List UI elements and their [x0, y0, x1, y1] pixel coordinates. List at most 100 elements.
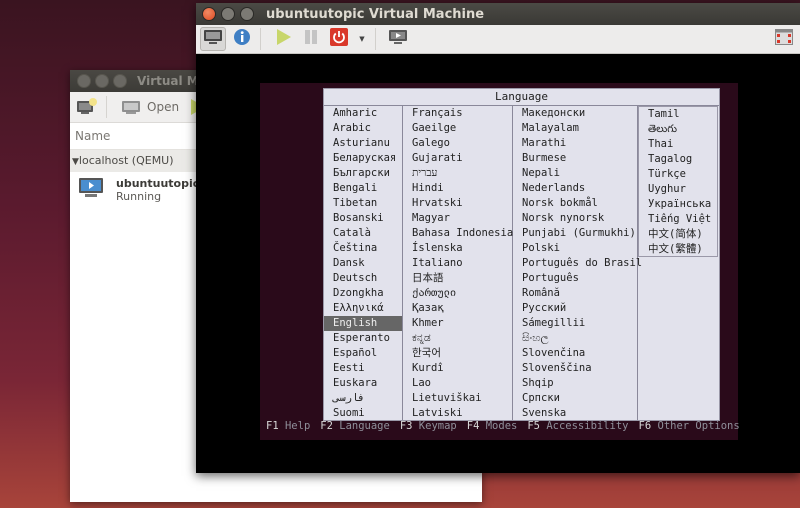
- language-option[interactable]: Lao: [403, 376, 512, 391]
- minimize-button[interactable]: [95, 74, 109, 88]
- close-button[interactable]: [202, 7, 216, 21]
- language-option[interactable]: Українська: [639, 197, 717, 212]
- language-option[interactable]: తెలుగు: [639, 122, 717, 137]
- language-option[interactable]: Latviski: [403, 406, 512, 421]
- language-option[interactable]: Română: [513, 286, 637, 301]
- function-key-f3[interactable]: F3 Keymap: [400, 420, 457, 432]
- new-vm-icon[interactable]: [76, 98, 98, 116]
- language-option[interactable]: Hindi: [403, 181, 512, 196]
- language-option[interactable]: Српски: [513, 391, 637, 406]
- language-option[interactable]: Magyar: [403, 211, 512, 226]
- language-option[interactable]: Marathi: [513, 136, 637, 151]
- language-option[interactable]: Tamil: [639, 107, 717, 122]
- vm-console-titlebar[interactable]: ubuntuutopic Virtual Machine: [196, 3, 800, 25]
- language-option[interactable]: Uyghur: [639, 182, 717, 197]
- language-option[interactable]: Bahasa Indonesia: [403, 226, 513, 241]
- language-option[interactable]: Suomi: [324, 406, 402, 421]
- language-option[interactable]: Dansk: [324, 256, 402, 271]
- language-option[interactable]: Български: [324, 166, 402, 181]
- language-option[interactable]: Bosanski: [324, 211, 402, 226]
- language-option[interactable]: Galego: [403, 136, 512, 151]
- language-option[interactable]: Svenska: [513, 406, 637, 421]
- language-option[interactable]: Íslenska: [403, 241, 512, 256]
- pause-icon: [302, 28, 320, 50]
- maximize-button[interactable]: [240, 7, 254, 21]
- language-option[interactable]: Català: [324, 226, 402, 241]
- language-option[interactable]: Asturianu: [324, 136, 402, 151]
- language-option[interactable]: 한국어: [403, 346, 512, 361]
- language-option[interactable]: Ελληνικά: [324, 301, 402, 316]
- language-option[interactable]: فارسی: [324, 391, 402, 406]
- function-key-f6[interactable]: F6 Other Options: [639, 420, 740, 432]
- language-option[interactable]: Esperanto: [324, 331, 402, 346]
- language-option[interactable]: 中文(繁體): [639, 242, 717, 257]
- language-option[interactable]: Español: [324, 346, 402, 361]
- close-button[interactable]: [77, 74, 91, 88]
- language-option[interactable]: Français: [403, 106, 512, 121]
- minimize-button[interactable]: [221, 7, 235, 21]
- language-option[interactable]: Dzongkha: [324, 286, 402, 301]
- details-button[interactable]: [230, 28, 254, 50]
- open-button[interactable]: Open: [147, 100, 179, 114]
- maximize-button[interactable]: [113, 74, 127, 88]
- language-option[interactable]: Gujarati: [403, 151, 512, 166]
- language-option[interactable]: Arabic: [324, 121, 402, 136]
- language-option[interactable]: සිංහල: [513, 331, 637, 346]
- language-option[interactable]: 日本語: [403, 271, 512, 286]
- language-option[interactable]: Tagalog: [639, 152, 717, 167]
- language-option[interactable]: Беларуская: [324, 151, 402, 166]
- language-option[interactable]: Polski: [513, 241, 637, 256]
- vm-display[interactable]: Language Amharic Arabic Asturianu Беларуска…: [260, 83, 740, 440]
- language-option[interactable]: Khmer: [403, 316, 512, 331]
- language-option[interactable]: Português: [513, 271, 637, 286]
- language-option[interactable]: Norsk bokmål: [513, 196, 637, 211]
- language-option[interactable]: ಕನ್ನಡ: [403, 331, 512, 346]
- language-option[interactable]: Euskara: [324, 376, 402, 391]
- shutdown-menu-button[interactable]: ▼: [355, 28, 369, 50]
- language-option[interactable]: Português do Brasil: [513, 256, 642, 271]
- function-key-f5[interactable]: F5 Accessibility: [527, 420, 628, 432]
- language-option[interactable]: Punjabi (Gurmukhi): [513, 226, 637, 241]
- language-option[interactable]: Burmese: [513, 151, 637, 166]
- run-button[interactable]: [271, 28, 295, 50]
- console-button[interactable]: [200, 27, 226, 51]
- shutdown-button[interactable]: [327, 28, 351, 50]
- language-option[interactable]: Eesti: [324, 361, 402, 376]
- language-option[interactable]: Deutsch: [324, 271, 402, 286]
- language-option[interactable]: Қазақ: [403, 301, 512, 316]
- language-option[interactable]: Slovenščina: [513, 361, 637, 376]
- language-option[interactable]: עברית: [403, 166, 512, 181]
- language-option[interactable]: Sámegillii: [513, 316, 637, 331]
- language-option[interactable]: Amharic: [324, 106, 402, 121]
- language-option[interactable]: Malayalam: [513, 121, 637, 136]
- pause-button[interactable]: [299, 28, 323, 50]
- send-key-button[interactable]: [386, 28, 410, 50]
- function-key-f4[interactable]: F4 Modes: [467, 420, 518, 432]
- language-option[interactable]: Kurdî: [403, 361, 512, 376]
- language-option[interactable]: Nederlands: [513, 181, 637, 196]
- language-option[interactable]: Türkçe: [639, 167, 717, 182]
- language-option[interactable]: Slovenčina: [513, 346, 637, 361]
- language-option[interactable]: 中文(简体): [639, 227, 717, 242]
- language-option[interactable]: Shqip: [513, 376, 637, 391]
- language-option[interactable]: Gaeilge: [403, 121, 512, 136]
- language-option[interactable]: Bengali: [324, 181, 402, 196]
- language-option[interactable]: Русский: [513, 301, 637, 316]
- function-key-f1[interactable]: F1 Help: [266, 420, 310, 432]
- language-option[interactable]: Thai: [639, 137, 717, 152]
- language-option[interactable]: Italiano: [403, 256, 512, 271]
- language-option[interactable]: Tibetan: [324, 196, 402, 211]
- language-option[interactable]: ქართული: [403, 286, 512, 301]
- fullscreen-button[interactable]: [772, 28, 796, 50]
- language-option[interactable]: Čeština: [324, 241, 402, 256]
- language-option[interactable]: Norsk nynorsk: [513, 211, 637, 226]
- language-option-selected[interactable]: English: [324, 316, 402, 331]
- language-option[interactable]: Hrvatski: [403, 196, 512, 211]
- language-option[interactable]: Tiếng Việt: [639, 212, 717, 227]
- open-icon[interactable]: [121, 98, 143, 116]
- function-key-action: Modes: [479, 420, 518, 432]
- function-key-f2[interactable]: F2 Language: [320, 420, 390, 432]
- language-option[interactable]: Македонски: [513, 106, 637, 121]
- language-option[interactable]: Lietuviškai: [403, 391, 512, 406]
- language-option[interactable]: Nepali: [513, 166, 637, 181]
